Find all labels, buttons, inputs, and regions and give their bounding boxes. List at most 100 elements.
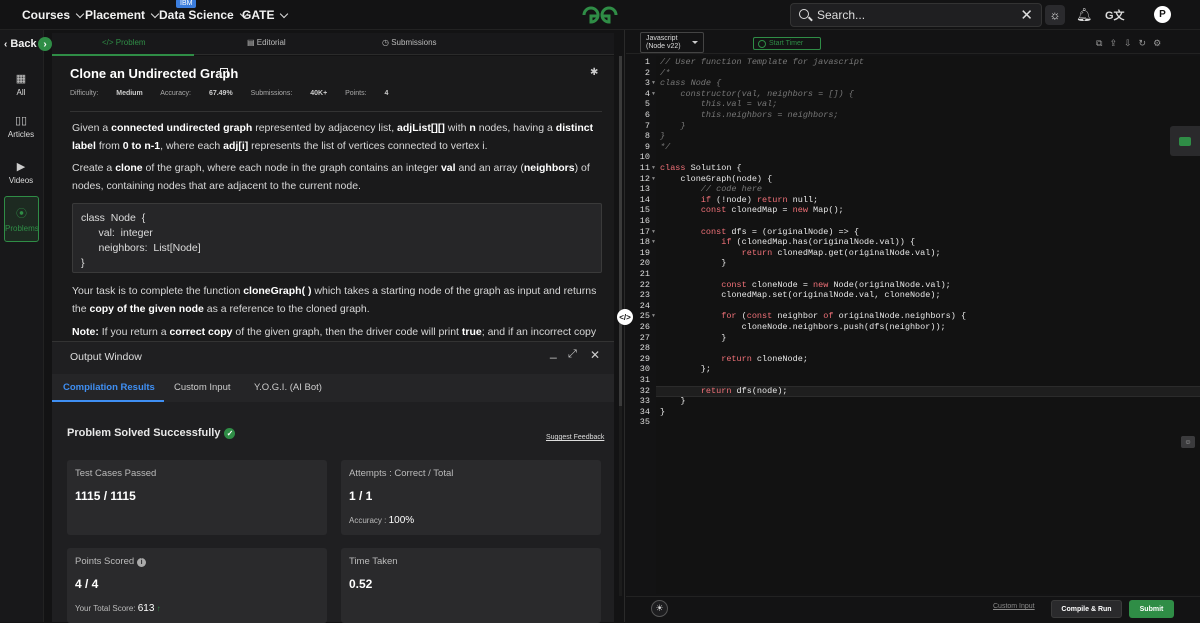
refresh-icon[interactable]: ↻ — [1139, 38, 1147, 49]
upload-icon[interactable]: ⇪ — [1109, 38, 1117, 49]
sidebar-item-all[interactable]: ▦ All — [2, 72, 40, 97]
tab-problem[interactable]: </> Problem — [102, 38, 146, 47]
check-circle-icon: ✓ — [224, 427, 236, 439]
resize-handle-icon[interactable]: </> — [617, 309, 633, 325]
card-label: Points Scored i — [75, 556, 147, 567]
nav-gate[interactable]: GATE — [242, 8, 289, 22]
problem-paragraph-2: Create a clone of the graph, where each … — [72, 162, 590, 192]
line-number: 1 — [644, 57, 650, 67]
nav-data-science[interactable]: Data Science — [159, 8, 248, 22]
tab-custom-input[interactable]: Custom Input — [174, 382, 231, 393]
class-definition-codeblock: class Node { val: integer neighbors: Lis… — [72, 203, 602, 273]
compile-run-button[interactable]: Compile & Run — [1051, 600, 1122, 618]
minimize-icon[interactable]: _ — [550, 345, 557, 359]
arrow-right-icon[interactable]: › — [38, 37, 52, 51]
status-message: Problem Solved Successfully ✓ — [67, 427, 236, 439]
sidebar-item-label: Articles — [7, 130, 35, 139]
tab-problem-label: Problem — [115, 38, 146, 47]
gfg-logo[interactable] — [580, 4, 620, 26]
fold-icon[interactable]: ▼ — [651, 313, 656, 319]
code-line: /* — [660, 67, 671, 78]
line-number: 23 — [639, 290, 650, 301]
nav-data-science-label: Data Science — [159, 8, 234, 22]
fold-icon[interactable]: ▼ — [651, 229, 656, 235]
nav-courses[interactable]: Courses — [22, 8, 85, 22]
chevron-down-icon — [75, 9, 85, 18]
search-bar[interactable]: Search... ✕ — [790, 3, 1042, 27]
expand-icon[interactable]: ⤢ — [568, 348, 577, 361]
card-label: Time Taken — [349, 556, 398, 567]
submissions-value: 40K+ — [310, 90, 328, 97]
line-number: 4 — [644, 88, 650, 99]
sidebar-item-articles[interactable]: ▯▯ Articles — [2, 114, 40, 139]
tab-editorial[interactable]: ▤ Editorial — [247, 38, 286, 47]
card-subtext: Your Total Score: 613 ↑ — [75, 603, 161, 614]
search-icon — [799, 9, 809, 19]
card-value: 4 / 4 — [75, 577, 99, 591]
difficulty-label: Difficulty: — [70, 90, 99, 97]
chat-button[interactable] — [1170, 126, 1200, 156]
avatar[interactable]: P — [1154, 6, 1171, 23]
settings-icon[interactable]: ⚙ — [1153, 38, 1161, 49]
sidebar-item-problems[interactable]: ⦿ Problems — [4, 196, 39, 242]
problem-meta: Difficulty: Medium Accuracy: 67.49% Subm… — [70, 90, 404, 97]
translate-icon[interactable]: G文 — [1105, 7, 1125, 23]
code-line: class Node { — [660, 78, 722, 89]
custom-input-link[interactable]: Custom Input — [993, 603, 1035, 610]
tab-editorial-label: Editorial — [256, 38, 286, 47]
card-subtext: Accuracy : 100% — [349, 515, 415, 526]
bot-icon[interactable]: ☺ — [1181, 436, 1195, 448]
line-number: 6 — [644, 110, 650, 120]
bell-icon[interactable]: 🔔︎ — [1076, 7, 1093, 23]
status-text: Problem Solved Successfully — [67, 427, 221, 439]
line-number: 18 — [639, 237, 650, 248]
copy-icon[interactable]: ⧉ — [1096, 38, 1102, 49]
card-value: 1 / 1 — [349, 489, 373, 503]
chevron-down-icon — [692, 41, 698, 44]
submit-button[interactable]: Submit — [1129, 600, 1174, 618]
tab-submissions[interactable]: ◷ Submissions — [382, 38, 437, 47]
back-button[interactable]: ‹ Back — [4, 38, 37, 50]
tab-compilation-results[interactable]: Compilation Results — [63, 382, 155, 393]
problem-paragraph-4: Note: If you return a correct copy of th… — [72, 326, 597, 338]
code-line: cloneNode.neighbors.push(dfs(neighbor)); — [660, 322, 946, 332]
language-select[interactable]: Javascript (Node v22) — [640, 32, 704, 53]
timer-icon — [758, 39, 766, 48]
line-number: 33 — [639, 396, 650, 407]
line-number: 12 — [639, 173, 650, 184]
fold-icon[interactable]: ▼ — [651, 91, 656, 97]
theme-toggle-icon[interactable]: ☼ — [1045, 5, 1065, 25]
fold-icon[interactable]: ▼ — [651, 239, 656, 245]
search-input[interactable]: Search... — [817, 8, 865, 22]
nav-courses-label: Courses — [22, 8, 71, 22]
scrollbar-thumb[interactable] — [619, 56, 622, 406]
code-line: clonedMap.set(originalNode.val, cloneNod… — [660, 290, 941, 301]
card-test-cases: Test Cases Passed 1115 / 1115 — [67, 460, 327, 535]
suggest-feedback-link[interactable]: Suggest Feedback — [546, 434, 604, 441]
lightbulb-icon[interactable]: ☀ — [651, 600, 668, 617]
tab-yogi-bot[interactable]: Y.O.G.I. (AI Bot) — [254, 382, 322, 393]
chevron-left-icon: ‹ — [4, 38, 8, 50]
divider — [70, 111, 602, 112]
fold-icon[interactable]: ▼ — [651, 80, 656, 86]
problem-paragraph-1: Given a connected undirected graph repre… — [72, 122, 594, 152]
start-timer-button[interactable]: Start Timer — [753, 37, 821, 50]
timer-label: Start Timer — [769, 40, 804, 47]
info-icon[interactable]: i — [137, 558, 147, 567]
sidebar-item-label: All — [16, 88, 26, 97]
card-time-taken: Time Taken 0.52 — [341, 548, 601, 623]
close-icon[interactable]: ✕ — [1020, 6, 1033, 24]
bookmark-icon[interactable] — [220, 68, 228, 78]
download-icon[interactable]: ⇩ — [1124, 38, 1132, 49]
line-number: 13 — [639, 184, 650, 195]
code-line: const dfs = (originalNode) => { — [700, 226, 859, 237]
line-number: 9 — [644, 141, 650, 152]
problem-paragraph-3: Your task is to complete the function cl… — [72, 285, 597, 315]
nav-placement[interactable]: Placement — [85, 8, 160, 22]
sidebar-item-videos[interactable]: ▶ Videos — [2, 160, 40, 185]
bug-icon[interactable]: ✱ — [590, 67, 598, 78]
close-icon[interactable]: ✕ — [590, 348, 600, 362]
fold-icon[interactable]: ▼ — [651, 165, 656, 171]
card-attempts: Attempts : Correct / Total 1 / 1 Accurac… — [341, 460, 601, 535]
fold-icon[interactable]: ▼ — [651, 176, 656, 182]
